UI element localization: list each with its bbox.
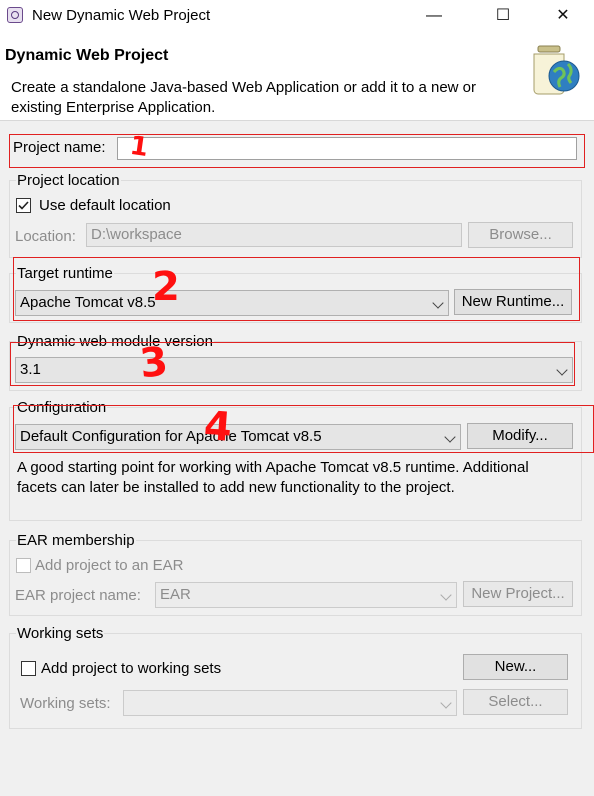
annotation-number-4: 4 [202, 403, 234, 451]
checkmark-icon [18, 201, 29, 210]
configuration-description: A good starting point for working with A… [17, 459, 529, 496]
use-default-location-checkbox[interactable] [16, 198, 31, 213]
project-location-label: Project location [16, 172, 121, 189]
new-ear-project-button[interactable]: New Project... [463, 581, 573, 607]
add-to-ear-checkbox[interactable] [16, 558, 31, 573]
new-working-set-button[interactable]: New... [463, 654, 568, 680]
annotation-number-2: 2 [152, 264, 180, 310]
window-title: New Dynamic Web Project [32, 7, 211, 24]
maximize-button[interactable]: ☐ [480, 0, 526, 32]
web-project-banner-icon [533, 45, 580, 95]
working-sets-select[interactable] [123, 690, 457, 716]
page-title: Dynamic Web Project [5, 47, 169, 64]
page-description: Create a standalone Java-based Web Appli… [11, 79, 477, 116]
ear-project-name-value: EAR [160, 586, 191, 603]
eclipse-app-icon [7, 7, 23, 23]
close-button[interactable]: ✕ [540, 0, 586, 32]
add-to-working-sets-checkbox[interactable] [21, 661, 36, 676]
working-sets-label: Working sets [16, 625, 105, 642]
chevron-down-icon [440, 697, 452, 709]
chevron-down-icon [440, 589, 452, 601]
wizard-header: Dynamic Web Project Create a standalone … [0, 32, 594, 121]
working-sets-field-label: Working sets: [20, 695, 111, 712]
annotation-box-2 [13, 257, 580, 321]
annotation-box-1 [9, 134, 585, 168]
add-to-ear-label: Add project to an EAR [35, 557, 184, 574]
use-default-location-label: Use default location [39, 197, 171, 214]
annotation-box-4 [13, 405, 594, 453]
ear-project-name-label: EAR project name: [15, 587, 141, 604]
add-to-working-sets-label: Add project to working sets [41, 660, 222, 677]
ear-membership-label: EAR membership [16, 532, 136, 549]
select-working-sets-button[interactable]: Select... [463, 689, 568, 715]
ear-project-name-select[interactable]: EAR [155, 582, 457, 608]
minimize-button[interactable]: — [411, 0, 457, 32]
annotation-number-3: 3 [137, 338, 171, 388]
location-input[interactable]: D:\workspace [86, 223, 462, 247]
browse-button[interactable]: Browse... [468, 222, 573, 248]
location-label: Location: [15, 228, 76, 245]
annotation-box-3 [10, 342, 575, 386]
